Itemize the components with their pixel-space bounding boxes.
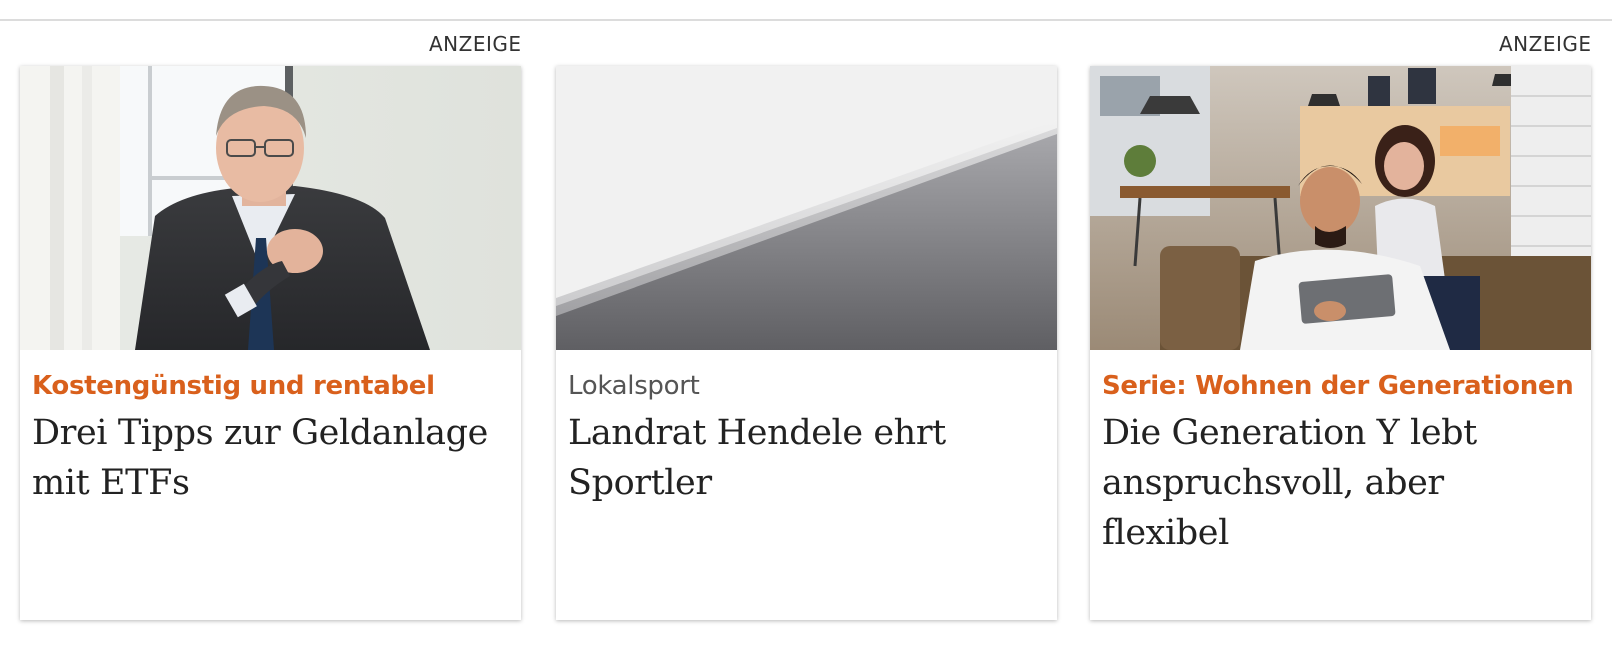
couple-tablet-image	[1090, 66, 1591, 350]
teaser-headline[interactable]: Landrat Hendele ehrt Sportler	[568, 408, 1045, 508]
placeholder-image	[556, 66, 1057, 350]
teaser-kicker: Serie: Wohnen der Generationen	[1102, 371, 1574, 401]
teaser-card-etf[interactable]: Kostengünstig und rentabel Drei Tipps zu…	[20, 66, 521, 620]
ad-label-right: ANZEIGE	[1499, 32, 1592, 56]
top-divider	[0, 19, 1612, 21]
teaser-card-generation-y[interactable]: Serie: Wohnen der Generationen Die Gener…	[1090, 66, 1591, 620]
teaser-kicker: Kostengünstig und rentabel	[32, 371, 435, 401]
teaser-headline[interactable]: Drei Tipps zur Geldanlage mit ETFs	[32, 408, 509, 508]
teaser-headline[interactable]: Die Generation Y lebt anspruchsvoll, abe…	[1102, 408, 1579, 558]
teaser-card-lokalsport[interactable]: Lokalsport Landrat Hendele ehrt Sportler	[556, 66, 1057, 620]
teaser-kicker: Lokalsport	[568, 371, 700, 401]
ad-label-left: ANZEIGE	[429, 32, 522, 56]
businessman-portrait-image	[20, 66, 521, 350]
